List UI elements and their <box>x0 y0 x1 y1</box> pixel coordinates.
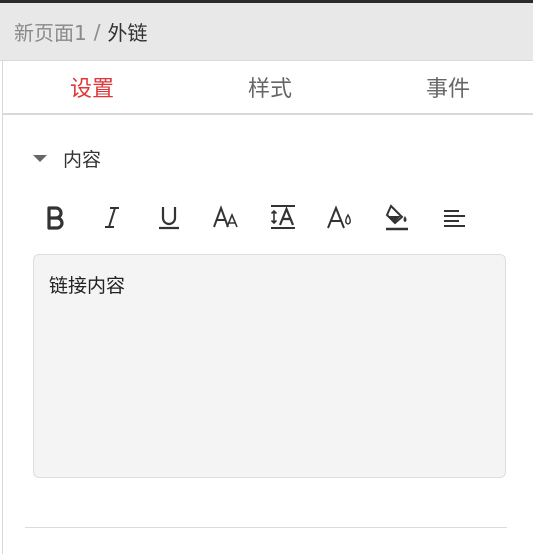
align-left-icon <box>444 210 465 227</box>
font-size-icon <box>213 205 238 228</box>
align-left-button[interactable] <box>432 197 476 237</box>
breadcrumb-separator: / <box>93 19 101 44</box>
fill-color-icon <box>385 204 408 231</box>
bold-icon <box>47 206 64 230</box>
breadcrumb-parent[interactable]: 新页面1 <box>14 17 87 46</box>
font-color-icon <box>327 205 351 229</box>
content-editor[interactable]: 链接内容 <box>33 254 506 478</box>
italic-button[interactable] <box>90 197 134 237</box>
breadcrumb-current: 外链 <box>107 21 148 45</box>
fill-color-button[interactable] <box>375 197 419 237</box>
properties-panel: 设置 样式 事件 内容 链接内容 <box>2 61 533 554</box>
section-divider <box>25 527 507 528</box>
line-height-button[interactable] <box>261 197 305 237</box>
section-title: 内容 <box>63 148 102 171</box>
tab-events[interactable]: 事件 <box>359 61 533 113</box>
breadcrumb: 新页面1 / 外链 <box>0 3 533 61</box>
line-height-icon <box>270 205 295 229</box>
tab-settings[interactable]: 设置 <box>3 61 181 113</box>
tab-bar: 设置 样式 事件 <box>3 61 533 115</box>
underline-icon <box>159 207 179 230</box>
font-color-button[interactable] <box>318 197 362 237</box>
font-size-button[interactable] <box>204 197 248 237</box>
bold-button[interactable] <box>33 197 77 237</box>
underline-button[interactable] <box>147 197 191 237</box>
caret-down-icon <box>33 154 47 162</box>
text-format-toolbar <box>33 197 503 237</box>
content-section-header[interactable]: 内容 <box>33 145 101 171</box>
italic-icon <box>105 207 119 228</box>
tab-style[interactable]: 样式 <box>181 61 359 113</box>
